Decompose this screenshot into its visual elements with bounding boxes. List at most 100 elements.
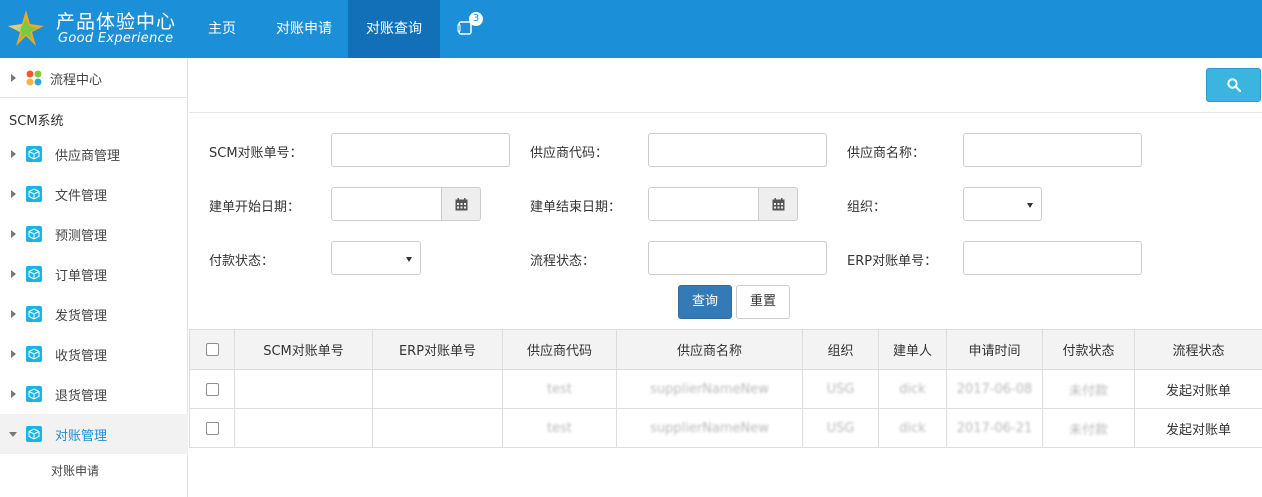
sidebar-item-shipping[interactable]: 发货管理 <box>0 294 188 334</box>
scm-no-label: SCM对账单号： <box>209 146 303 161</box>
caret-right-icon <box>11 150 16 158</box>
sidebar-item-label: 供应商管理 <box>55 149 121 164</box>
sidebar-item-label: 收货管理 <box>55 349 108 364</box>
flow-status-input[interactable] <box>648 241 827 275</box>
reset-button[interactable]: 重置 <box>736 285 790 319</box>
row-select-cell[interactable] <box>189 408 235 448</box>
sidebar-item-label: 流程中心 <box>50 73 103 88</box>
supplier-code-label: 供应商代码： <box>530 146 609 161</box>
column-header[interactable]: 付款状态 <box>1042 329 1135 370</box>
sidebar-item-label: 文件管理 <box>55 189 108 204</box>
apply-time-cell: 2017-06-08 <box>946 369 1043 409</box>
sidebar-item-receiving[interactable]: 收货管理 <box>0 334 188 374</box>
flow-center-icon <box>26 70 42 86</box>
sidebar-item-flow-center[interactable]: 流程中心 <box>0 58 188 98</box>
select-all-checkbox[interactable] <box>205 343 219 356</box>
row-checkbox[interactable] <box>205 382 219 396</box>
box-icon <box>26 266 42 282</box>
sidebar-item-label: 发货管理 <box>55 309 108 324</box>
supplier-name-cell: supplierNameNew <box>616 369 803 409</box>
column-header[interactable]: 组织 <box>802 329 879 370</box>
column-header[interactable]: 供应商名称 <box>616 329 803 370</box>
select-all-cell[interactable] <box>189 329 235 370</box>
start-date-input[interactable] <box>331 187 442 221</box>
logo[interactable]: 产品体验中心 Good Experience <box>0 0 190 58</box>
results-table: SCM对账单号 ERP对账单号 供应商代码 供应商名称 组织 建单人 申请时间 … <box>189 329 1262 448</box>
end-date-input[interactable] <box>648 187 759 221</box>
chevron-down-icon <box>1027 203 1033 208</box>
sidebar-item-reconciliation[interactable]: 对账管理 <box>0 414 188 454</box>
sidebar: 流程中心 SCM系统 供应商管理 文件管理 预测管理 订单管理 发货管理 收货管… <box>0 58 188 497</box>
org-label: 组织： <box>847 200 887 215</box>
column-header[interactable]: SCM对账单号 <box>234 329 373 370</box>
nav-reconciliation-query[interactable]: 对账查询 <box>348 0 440 58</box>
org-select[interactable] <box>963 187 1042 221</box>
nav-reconciliation-apply[interactable]: 对账申请 <box>262 0 346 58</box>
column-header[interactable]: 供应商代码 <box>502 329 617 370</box>
box-icon <box>26 346 42 362</box>
box-icon <box>26 426 42 442</box>
sidebar-item-supplier[interactable]: 供应商管理 <box>0 134 188 174</box>
toggle-search-button[interactable] <box>1206 68 1261 102</box>
sidebar-item-forecast[interactable]: 预测管理 <box>0 214 188 254</box>
table-row[interactable]: test supplierNameNew USG dick 2017-06-21… <box>189 408 1262 448</box>
payment-status-cell: 未付款 <box>1042 369 1135 409</box>
sidebar-item-files[interactable]: 文件管理 <box>0 174 188 214</box>
messages-button[interactable]: 3 <box>447 0 487 58</box>
search-icon <box>1227 78 1241 92</box>
flow-status-label: 流程状态： <box>530 254 596 269</box>
caret-right-icon <box>11 230 16 238</box>
nav-home[interactable]: 主页 <box>190 0 254 58</box>
table-row[interactable]: test supplierNameNew USG dick 2017-06-08… <box>189 369 1262 409</box>
payment-status-cell: 未付款 <box>1042 408 1135 448</box>
creator-cell: dick <box>878 408 947 448</box>
chevron-down-icon <box>406 257 412 262</box>
column-header[interactable]: 流程状态 <box>1134 329 1262 370</box>
logo-subtitle: Good Experience <box>58 31 174 46</box>
payment-status-select[interactable] <box>331 241 421 275</box>
scm-no-cell <box>234 369 373 409</box>
supplier-code-input[interactable] <box>648 133 827 167</box>
logo-title: 产品体验中心 <box>56 11 177 33</box>
row-checkbox[interactable] <box>205 421 219 435</box>
sidebar-item-returns[interactable]: 退货管理 <box>0 374 188 414</box>
end-date-label: 建单结束日期： <box>530 200 622 215</box>
apply-time-cell: 2017-06-21 <box>946 408 1043 448</box>
caret-right-icon <box>11 270 16 278</box>
payment-status-label: 付款状态： <box>209 254 275 269</box>
supplier-name-input[interactable] <box>963 133 1142 167</box>
caret-right-icon <box>11 190 16 198</box>
supplier-name-cell: supplierNameNew <box>616 408 803 448</box>
scm-no-input[interactable] <box>331 133 510 167</box>
erp-no-cell <box>372 408 503 448</box>
row-select-cell[interactable] <box>189 369 235 409</box>
toolbar <box>189 58 1262 113</box>
flow-status-cell: 发起对账单 <box>1134 369 1262 409</box>
sidebar-subitem-reconciliation-apply[interactable]: 对账申请 <box>51 462 99 479</box>
sidebar-item-label: 退货管理 <box>55 389 108 404</box>
box-icon <box>26 306 42 322</box>
org-cell: USG <box>802 369 879 409</box>
column-header[interactable]: ERP对账单号 <box>372 329 503 370</box>
calendar-icon <box>772 198 785 211</box>
column-header[interactable]: 申请时间 <box>946 329 1043 370</box>
sidebar-item-orders[interactable]: 订单管理 <box>0 254 188 294</box>
end-date-picker-button[interactable] <box>758 187 798 221</box>
caret-right-icon <box>11 310 16 318</box>
supplier-code-cell: test <box>502 369 617 409</box>
sidebar-item-label: 对账管理 <box>55 429 108 444</box>
column-header[interactable]: 建单人 <box>878 329 947 370</box>
start-date-picker-button[interactable] <box>441 187 481 221</box>
creator-cell: dick <box>878 369 947 409</box>
supplier-code-cell: test <box>502 408 617 448</box>
box-icon <box>26 226 42 242</box>
query-button[interactable]: 查询 <box>678 285 732 319</box>
box-icon <box>26 186 42 202</box>
start-date-label: 建单开始日期： <box>209 200 301 215</box>
system-title: SCM系统 <box>9 114 64 129</box>
caret-right-icon <box>11 390 16 398</box>
top-navbar: 产品体验中心 Good Experience 主页 对账申请 对账查询 3 <box>0 0 1262 58</box>
message-count-badge: 3 <box>469 12 483 26</box>
erp-no-input[interactable] <box>963 241 1142 275</box>
supplier-name-label: 供应商名称： <box>847 146 926 161</box>
